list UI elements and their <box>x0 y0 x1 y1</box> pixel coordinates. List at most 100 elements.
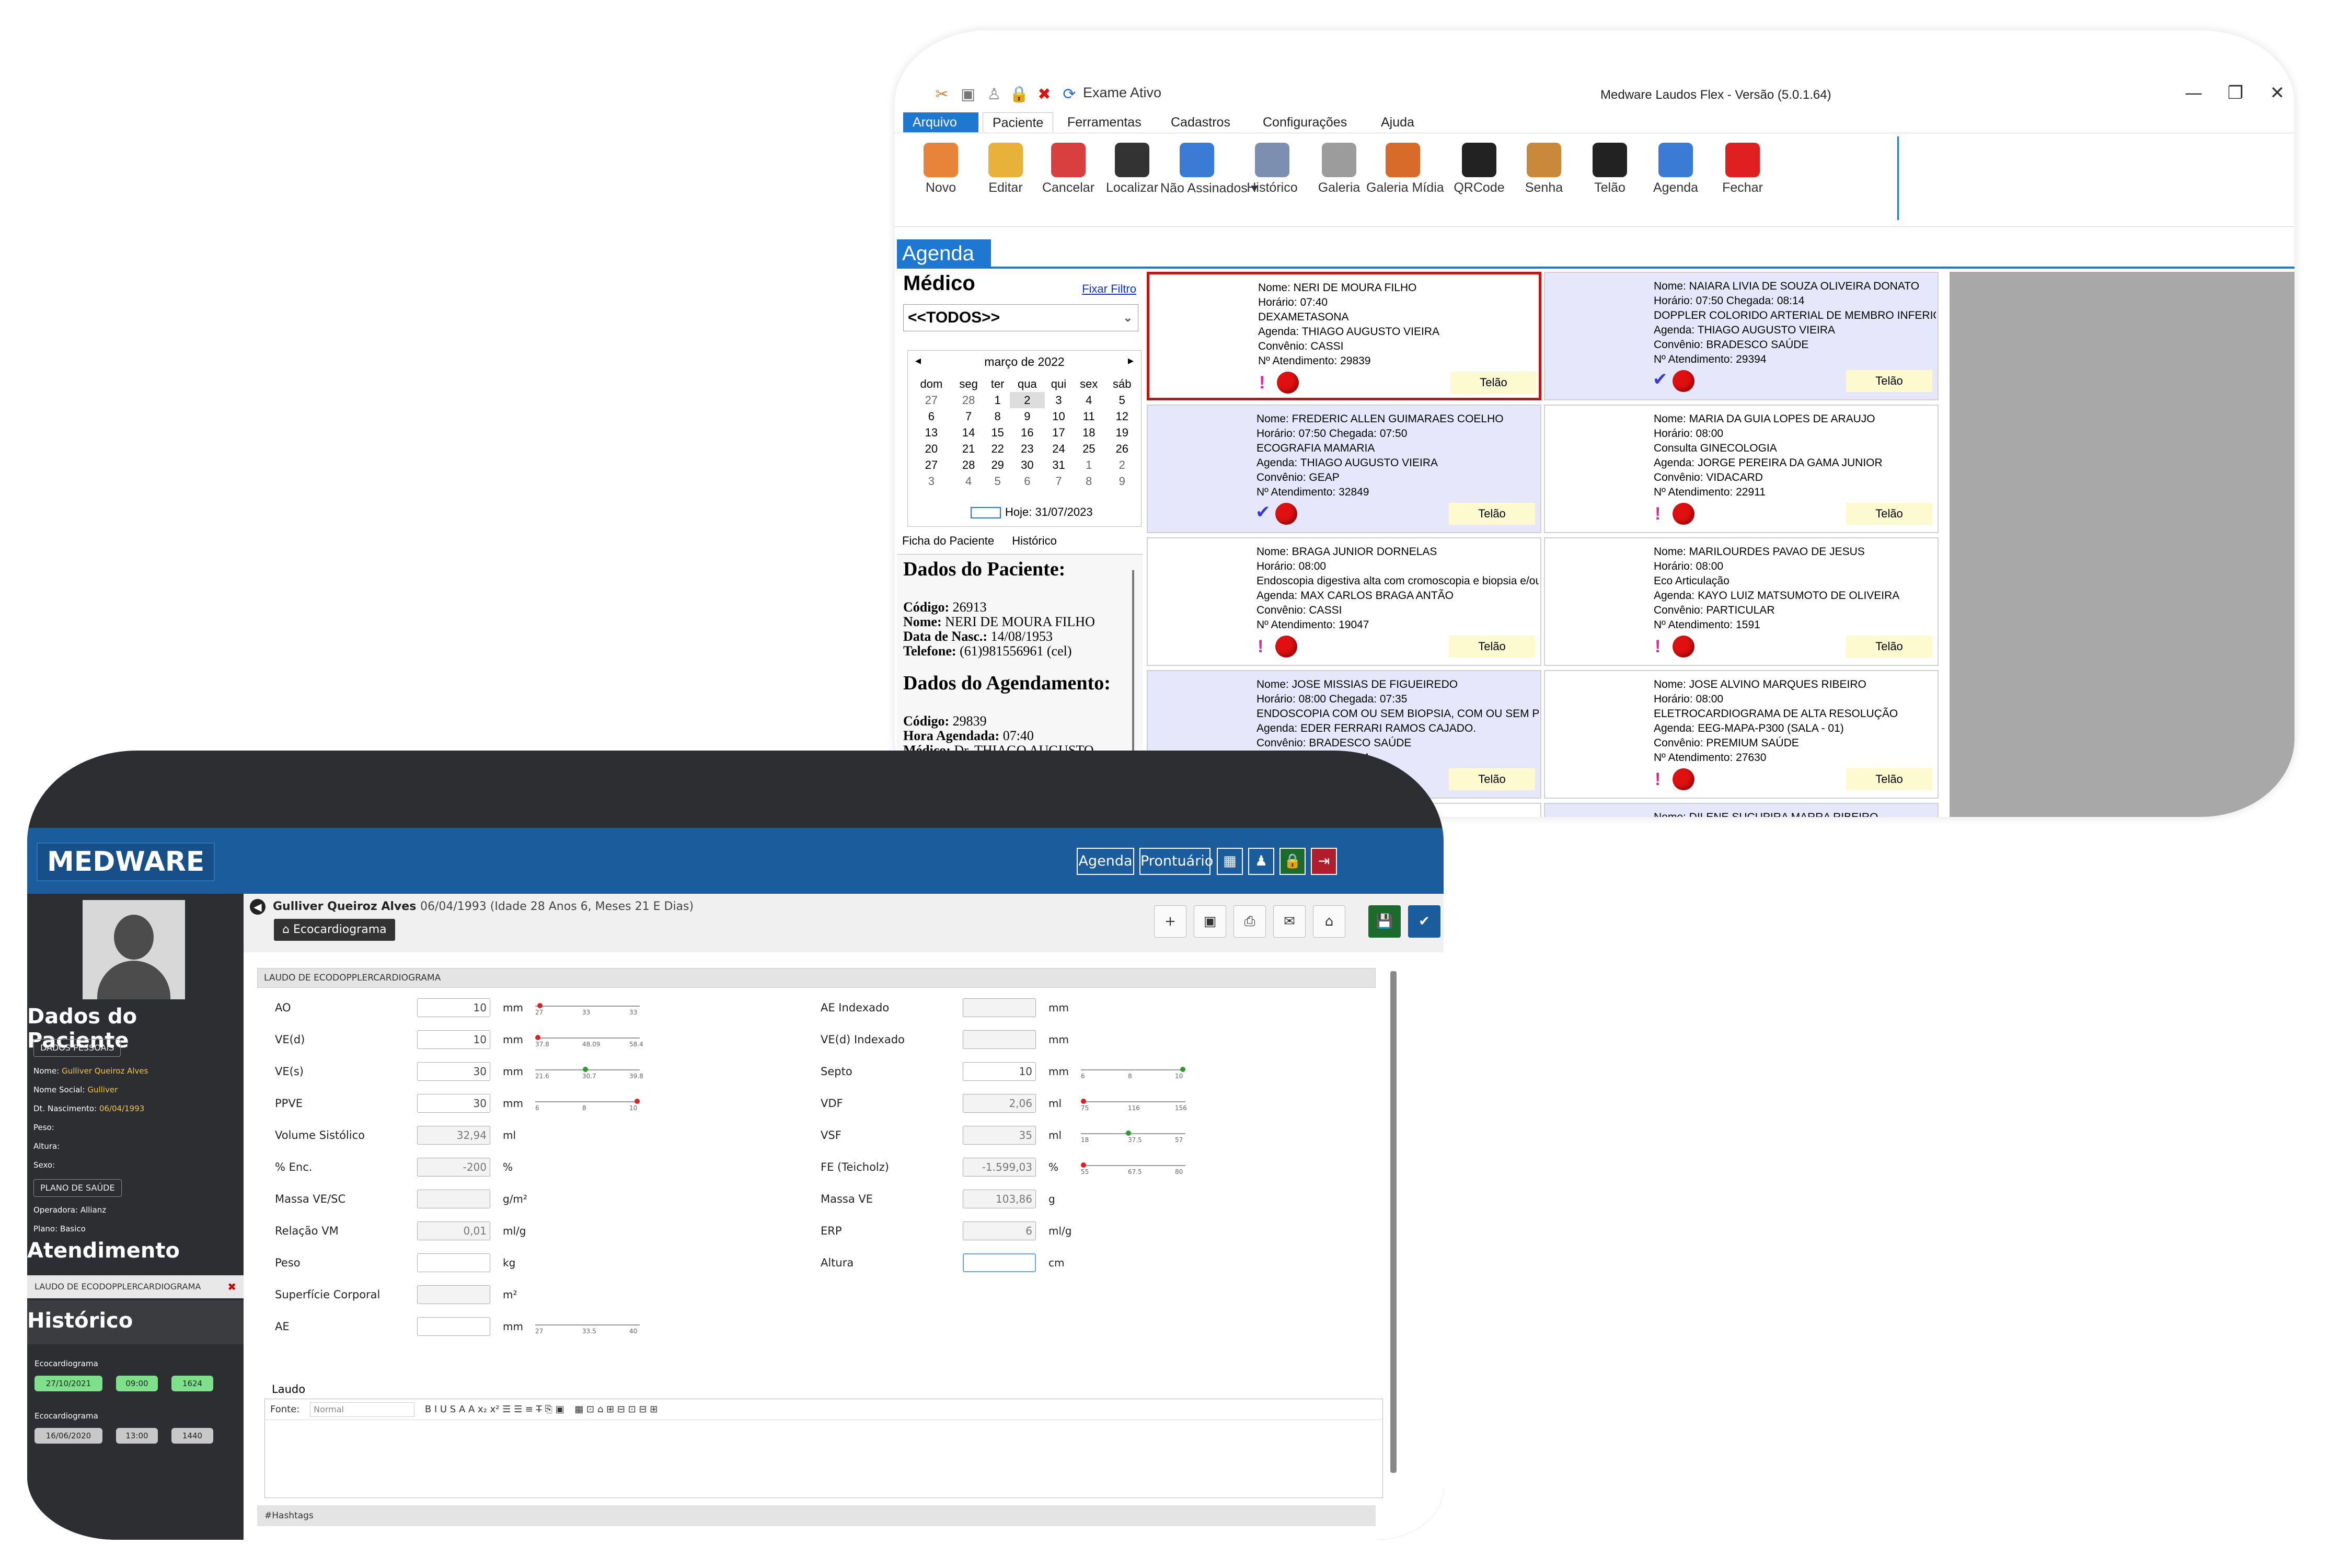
calendar-day[interactable]: 15 <box>985 424 1010 441</box>
calendar-day[interactable]: 24 <box>1045 441 1073 457</box>
tab-agenda[interactable]: Agenda <box>897 239 991 268</box>
exam-badge[interactable]: ⌂ Ecocardiograma <box>274 919 395 941</box>
measurement-input[interactable]: -200 <box>417 1158 490 1177</box>
calendar-day[interactable]: 1 <box>1073 457 1105 473</box>
calendar-day[interactable]: 3 <box>911 473 952 489</box>
calendar-day[interactable]: 10 <box>1045 408 1073 424</box>
calendar-day[interactable]: 8 <box>1073 473 1105 489</box>
measurement-input[interactable]: -1.599,03 <box>963 1158 1036 1177</box>
lock-icon[interactable]: 🔒 <box>1009 84 1030 105</box>
image-icon[interactable]: ▣ <box>1194 905 1226 938</box>
calendar-day[interactable]: 7 <box>952 408 986 424</box>
menu-ajuda[interactable]: Ajuda <box>1371 112 1424 132</box>
ribbon-gallery-button[interactable]: Galeria <box>1302 133 1376 222</box>
close-icon[interactable]: ✖ <box>227 1275 236 1298</box>
measurement-input[interactable]: 6 <box>963 1221 1036 1240</box>
calendar-day[interactable]: 11 <box>1073 408 1105 424</box>
agenda-button[interactable]: Agenda <box>1077 848 1134 875</box>
appointment-card[interactable]: Nome: BRAGA JUNIOR DORNELAS Horário: 08:0… <box>1147 537 1541 666</box>
telao-button[interactable]: Telão <box>1846 370 1932 392</box>
measurement-input[interactable]: 10 <box>417 998 490 1017</box>
ribbon-close-red-button[interactable]: Fechar <box>1706 133 1779 222</box>
measurement-input[interactable]: 30 <box>417 1062 490 1081</box>
measurement-input[interactable] <box>417 1285 490 1304</box>
user-button[interactable]: ♟ <box>1248 848 1274 875</box>
telao-button[interactable]: Telão <box>1846 768 1932 790</box>
calendar-day[interactable]: 6 <box>911 408 952 424</box>
measurement-input[interactable] <box>963 998 1036 1017</box>
measurement-input[interactable] <box>963 1030 1036 1049</box>
history-exam[interactable]: Ecocardiograma <box>34 1359 98 1368</box>
lock-button[interactable]: 🔒 <box>1279 848 1306 875</box>
calendar-day[interactable]: 3 <box>1045 392 1073 408</box>
email-icon[interactable]: ✉ <box>1273 905 1306 938</box>
ribbon-history-button[interactable]: Histórico <box>1236 133 1309 222</box>
measurement-input[interactable]: 0,01 <box>417 1221 490 1240</box>
measurement-input[interactable] <box>417 1190 490 1208</box>
calendar-next-icon[interactable]: ▸ <box>1128 354 1134 367</box>
measurement-input[interactable]: 2,06 <box>963 1094 1036 1113</box>
minimize-button[interactable]: — <box>2181 83 2207 103</box>
user-lock-icon[interactable]: ♙ <box>984 84 1005 105</box>
calendar-day[interactable]: 4 <box>1073 392 1105 408</box>
ribbon-monitor-button[interactable]: Telão <box>1573 133 1646 222</box>
calendar-day[interactable]: 9 <box>1010 408 1045 424</box>
tag-icon[interactable]: ⌂ <box>1313 905 1345 938</box>
close-exam-icon[interactable]: ✖ <box>1034 84 1055 105</box>
menu-ferramentas[interactable]: Ferramentas <box>1058 112 1151 132</box>
menu-configuracoes[interactable]: Configurações <box>1253 112 1356 132</box>
print-icon[interactable]: ⎙ <box>1233 905 1266 938</box>
menu-paciente[interactable]: Paciente <box>983 112 1054 132</box>
calendar-day[interactable]: 31 <box>1045 457 1073 473</box>
measurement-input[interactable] <box>417 1317 490 1336</box>
calendar-day[interactable]: 9 <box>1105 473 1139 489</box>
tool-icon[interactable]: ✂ <box>931 84 952 105</box>
telao-button[interactable]: Telão <box>1450 372 1537 394</box>
laudo-scrollbar[interactable] <box>1390 971 1397 1473</box>
calendar-day[interactable]: 18 <box>1073 424 1105 441</box>
back-icon[interactable]: ◀ <box>250 899 266 915</box>
ribbon-cancel-doc-button[interactable]: Cancelar <box>1032 133 1105 222</box>
history-exam[interactable]: Ecocardiograma <box>34 1411 98 1421</box>
laudo-editor[interactable]: Fonte: Normal B I U S A A x₂ x² ☰ ☰ ≡ T̶… <box>264 1399 1383 1498</box>
ribbon-media-gallery-button[interactable]: Galeria Mídia <box>1366 133 1444 222</box>
calendar-day[interactable]: 20 <box>911 441 952 457</box>
calendar-day[interactable]: 8 <box>985 408 1010 424</box>
calendar-today[interactable]: Hoje: 31/07/2023 <box>971 505 1093 519</box>
calendar-day[interactable]: 29 <box>985 457 1010 473</box>
menu-arquivo[interactable]: Arquivo <box>903 112 978 132</box>
calendar-day[interactable]: 4 <box>952 473 986 489</box>
save-icon[interactable]: ▣ <box>958 84 978 105</box>
calendar-day[interactable]: 12 <box>1105 408 1139 424</box>
appointment-card[interactable]: Nome: NERI DE MOURA FILHO Horário: 07:40 D… <box>1147 272 1541 400</box>
calendar-day[interactable]: 30 <box>1010 457 1045 473</box>
telao-button[interactable]: Telão <box>1846 636 1932 658</box>
telao-button[interactable]: Telão <box>1449 503 1535 525</box>
calendar-day[interactable]: 19 <box>1105 424 1139 441</box>
ribbon-edit-pencil-button[interactable]: Editar <box>969 133 1042 222</box>
measurement-input[interactable]: 30 <box>417 1094 490 1113</box>
telao-button[interactable]: Telão <box>1449 636 1535 658</box>
appointment-card[interactable]: Nome: JOSE ALVINO MARQUES RIBEIRO Horário… <box>1544 670 1939 799</box>
telao-button[interactable]: Telão <box>1846 503 1932 525</box>
calendar-day[interactable]: 27 <box>911 392 952 408</box>
refresh-icon[interactable]: ⟳ <box>1059 84 1080 105</box>
calendar-day[interactable]: 5 <box>1105 392 1139 408</box>
calendar-day[interactable]: 26 <box>1105 441 1139 457</box>
calendar-day[interactable]: 27 <box>911 457 952 473</box>
telao-button[interactable]: Telão <box>1449 768 1535 790</box>
calendar-day[interactable]: 2 <box>1105 457 1139 473</box>
ribbon-password-user-button[interactable]: Senha <box>1507 133 1581 222</box>
calendar-day[interactable]: 14 <box>952 424 986 441</box>
measurement-input[interactable]: 10 <box>417 1030 490 1049</box>
menu-cadastros[interactable]: Cadastros <box>1161 112 1240 132</box>
fixar-filtro-link[interactable]: Fixar Filtro <box>1082 282 1136 296</box>
measurement-input[interactable]: 103,86 <box>963 1190 1036 1208</box>
calendar-day[interactable]: 25 <box>1073 441 1105 457</box>
calendar-day[interactable]: 16 <box>1010 424 1045 441</box>
close-window-button[interactable]: ✕ <box>2264 83 2290 103</box>
ribbon-binoculars-button[interactable]: Localizar <box>1096 133 1169 222</box>
calendar-day[interactable]: 7 <box>1045 473 1073 489</box>
calendar-day[interactable]: 2 <box>1010 392 1045 408</box>
tab-historico[interactable]: Histórico <box>1012 534 1057 547</box>
